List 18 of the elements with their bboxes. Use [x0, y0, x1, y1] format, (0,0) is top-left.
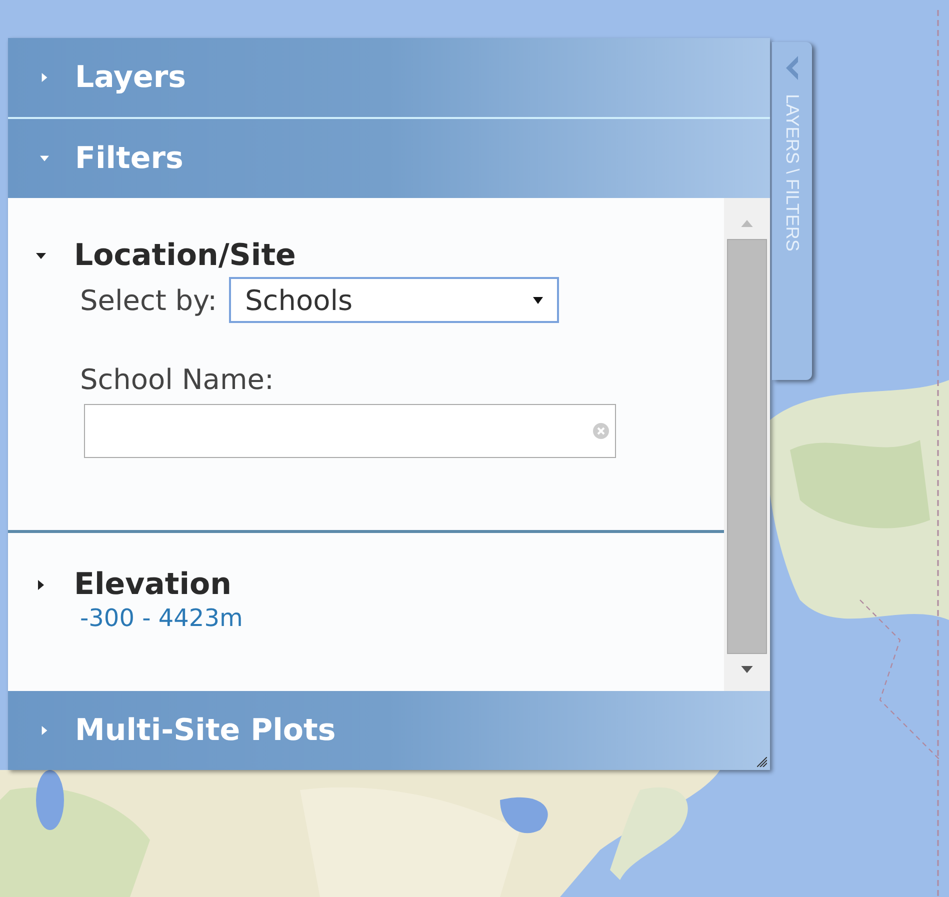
section-header[interactable]: Filters — [8, 119, 770, 198]
section-header[interactable]: Layers — [8, 38, 770, 117]
field-label: School Name: — [80, 363, 275, 396]
scroll-up-icon[interactable] — [741, 220, 753, 227]
input-field[interactable] — [84, 404, 616, 458]
dropdown-arrow-icon — [533, 295, 544, 305]
select-label: Select by: — [80, 284, 218, 316]
group-header[interactable]: Location/Site — [36, 238, 296, 273]
scroll-down-icon[interactable] — [741, 666, 753, 673]
range-value: -300 - 4423m — [80, 604, 244, 632]
collapse-arrow-icon — [786, 56, 798, 80]
clear-icon[interactable] — [593, 423, 609, 439]
select-dropdown[interactable]: Schools — [229, 277, 560, 323]
group-header[interactable]: Elevation — [36, 567, 232, 602]
section-header[interactable]: Multi-Site Plots — [8, 691, 770, 770]
resize-grip-icon[interactable] — [757, 757, 767, 767]
scrollbar[interactable] — [724, 198, 770, 691]
side-tab[interactable]: LAYERS \ FILTERS — [772, 42, 812, 380]
